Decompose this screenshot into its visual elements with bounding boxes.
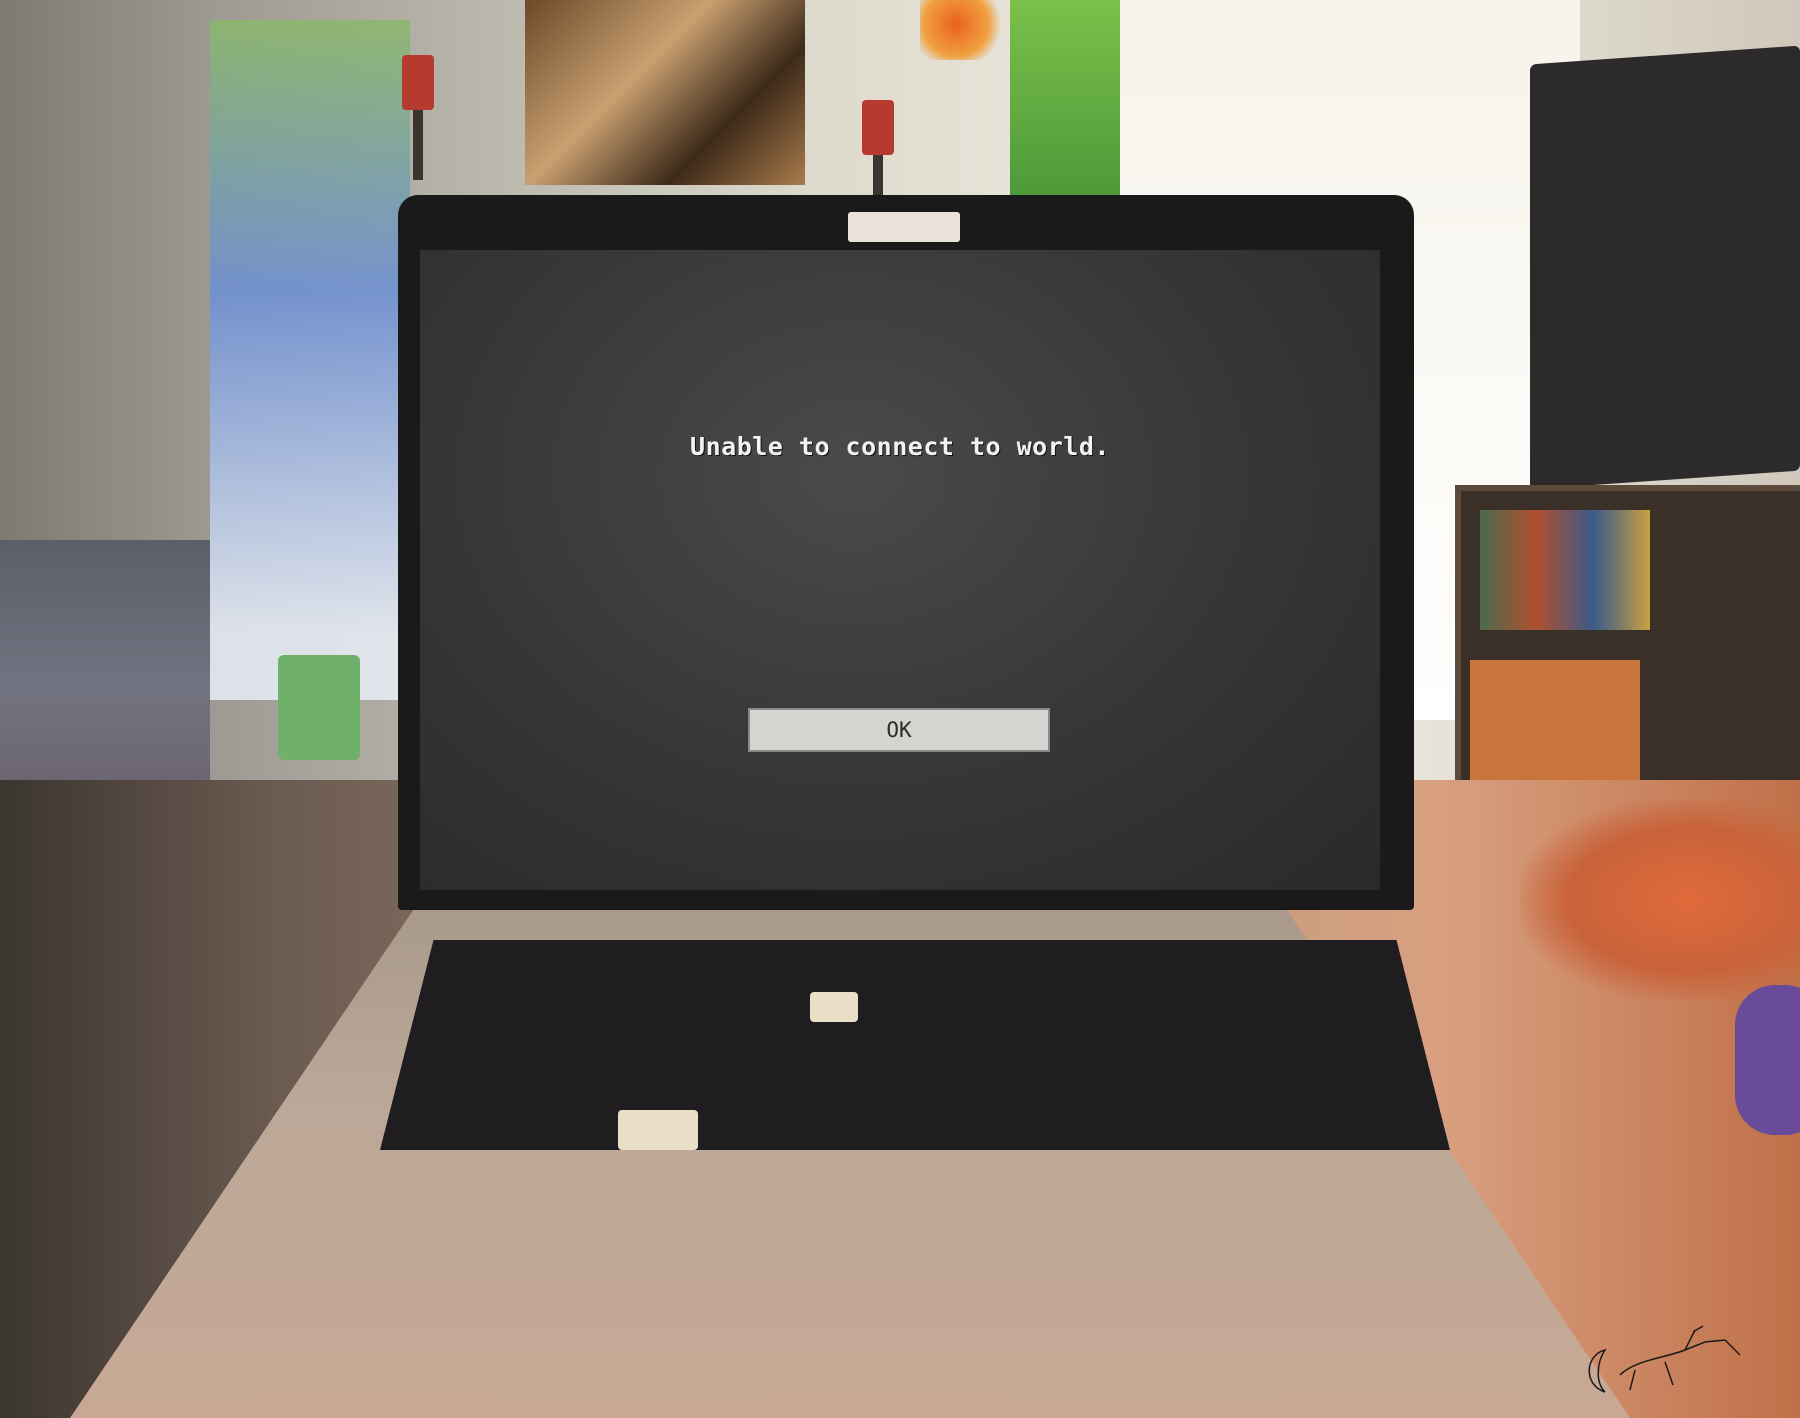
shelf-books bbox=[1480, 510, 1650, 630]
purple-object bbox=[1735, 985, 1800, 1135]
ok-button[interactable]: OK bbox=[748, 708, 1050, 752]
orange-light-glow bbox=[1520, 800, 1800, 1000]
wall-poster bbox=[525, 0, 805, 185]
webcam-cover bbox=[848, 212, 960, 242]
highlighted-key bbox=[810, 992, 858, 1022]
photo-scene: Unable to connect to world. OK bbox=[0, 0, 1800, 1418]
candle bbox=[862, 100, 894, 155]
error-message: Unable to connect to world. bbox=[690, 432, 1110, 461]
laptop-screen: Unable to connect to world. OK bbox=[420, 250, 1380, 890]
candle bbox=[402, 55, 434, 110]
couch bbox=[0, 540, 210, 790]
candle-holder bbox=[873, 155, 883, 195]
candle-holder bbox=[413, 110, 423, 180]
green-wall-art bbox=[1010, 0, 1120, 195]
television bbox=[1530, 45, 1800, 490]
window-light bbox=[210, 20, 410, 700]
laptop-keyboard bbox=[380, 940, 1450, 1150]
shelf-orange-box bbox=[1470, 660, 1640, 800]
highlighted-key bbox=[618, 1110, 698, 1150]
green-cup bbox=[278, 655, 360, 760]
orange-flowers bbox=[920, 0, 1010, 60]
artist-signature-icon bbox=[1588, 1325, 1741, 1393]
